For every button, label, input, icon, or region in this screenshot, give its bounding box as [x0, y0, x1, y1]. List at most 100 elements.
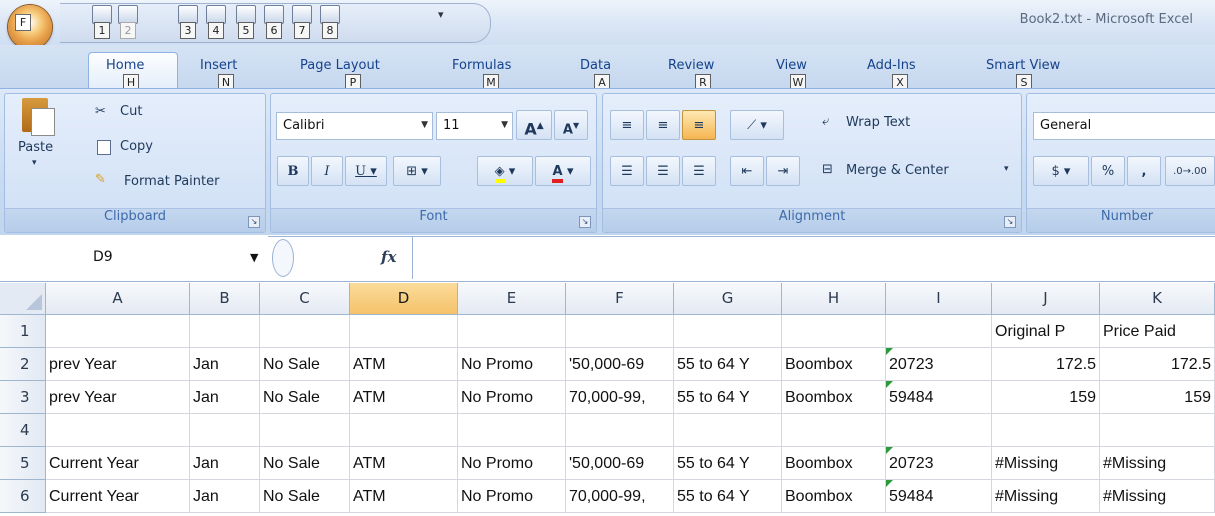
borders-button[interactable]: ⊞ ▾: [393, 156, 441, 186]
cell-f1[interactable]: [566, 315, 674, 348]
row-header[interactable]: 1: [0, 315, 46, 348]
tab-smart-view[interactable]: Smart View: [986, 58, 1060, 73]
column-header-j[interactable]: J: [992, 283, 1100, 315]
cell-k4[interactable]: [1100, 414, 1215, 447]
column-header-a[interactable]: A: [46, 283, 190, 315]
cell-f5[interactable]: '50,000-69: [566, 447, 674, 480]
cell-i1[interactable]: [886, 315, 992, 348]
cell-c4[interactable]: [260, 414, 350, 447]
row-header[interactable]: 2: [0, 348, 46, 381]
cell-d6[interactable]: ATM: [350, 480, 458, 513]
alignment-launcher-icon[interactable]: ↘: [1004, 216, 1016, 228]
cell-b1[interactable]: [190, 315, 260, 348]
cell-a3[interactable]: prev Year: [46, 381, 190, 414]
paste-dropdown-icon[interactable]: ▾: [32, 158, 37, 168]
comma-button[interactable]: ,: [1127, 156, 1161, 186]
cell-a6[interactable]: Current Year: [46, 480, 190, 513]
merge-center-dropdown-icon[interactable]: ▾: [1004, 164, 1009, 174]
cell-j4[interactable]: [992, 414, 1100, 447]
cell-e2[interactable]: No Promo: [458, 348, 566, 381]
font-name-dropdown-icon[interactable]: ▼: [421, 120, 428, 130]
cell-k5[interactable]: #Missing: [1100, 447, 1215, 480]
formula-bar-splitter[interactable]: [272, 239, 294, 277]
font-color-button[interactable]: A ▾: [535, 156, 591, 186]
font-size-dropdown-icon[interactable]: ▼: [501, 120, 508, 130]
grow-font-button[interactable]: A▲: [516, 110, 552, 140]
insert-function-icon[interactable]: fx: [381, 248, 396, 266]
cell-i4[interactable]: [886, 414, 992, 447]
cell-b6[interactable]: Jan: [190, 480, 260, 513]
align-top-button[interactable]: ≡: [610, 110, 644, 140]
cell-e1[interactable]: [458, 315, 566, 348]
format-painter-button[interactable]: ✎ Format Painter: [95, 172, 255, 194]
orientation-button[interactable]: ⟋ ▾: [730, 110, 784, 140]
paste-button[interactable]: Paste ▾: [10, 96, 70, 204]
cut-button[interactable]: ✂ Cut: [95, 104, 175, 126]
cell-a4[interactable]: [46, 414, 190, 447]
row-header[interactable]: 3: [0, 381, 46, 414]
cell-b4[interactable]: [190, 414, 260, 447]
cell-b3[interactable]: Jan: [190, 381, 260, 414]
cell-f6[interactable]: 70,000-99,: [566, 480, 674, 513]
tab-insert[interactable]: Insert: [200, 58, 237, 73]
column-header-b[interactable]: B: [190, 283, 260, 315]
wrap-text-button[interactable]: ⤶ Wrap Text: [822, 110, 992, 140]
cell-b5[interactable]: Jan: [190, 447, 260, 480]
tab-page-layout[interactable]: Page Layout: [300, 58, 380, 73]
name-box[interactable]: [0, 236, 268, 280]
shrink-font-button[interactable]: A▼: [554, 110, 588, 140]
align-left-button[interactable]: ☰: [610, 156, 644, 186]
column-header-k[interactable]: K: [1100, 283, 1215, 315]
column-header-i[interactable]: I: [886, 283, 992, 315]
cell-a5[interactable]: Current Year: [46, 447, 190, 480]
increase-indent-button[interactable]: ⇥: [766, 156, 800, 186]
align-middle-button[interactable]: ≡: [646, 110, 680, 140]
cell-e5[interactable]: No Promo: [458, 447, 566, 480]
cell-j6[interactable]: #Missing: [992, 480, 1100, 513]
cell-k6[interactable]: #Missing: [1100, 480, 1215, 513]
bold-button[interactable]: B: [277, 156, 309, 186]
row-header[interactable]: 6: [0, 480, 46, 513]
tab-formulas[interactable]: Formulas: [452, 58, 511, 73]
cell-c2[interactable]: No Sale: [260, 348, 350, 381]
merge-center-button[interactable]: ⊟ Merge & Center ▾: [822, 156, 1018, 186]
column-header-g[interactable]: G: [674, 283, 782, 315]
cell-k2[interactable]: 172.5: [1100, 348, 1215, 381]
font-size-combo[interactable]: 11 ▼: [436, 112, 513, 140]
align-center-button[interactable]: ☰: [646, 156, 680, 186]
cell-d4[interactable]: [350, 414, 458, 447]
formula-input[interactable]: [414, 238, 1214, 278]
cell-i3[interactable]: 59484: [886, 381, 992, 414]
column-header-c[interactable]: C: [260, 283, 350, 315]
decrease-indent-button[interactable]: ⇤: [730, 156, 764, 186]
cell-e3[interactable]: No Promo: [458, 381, 566, 414]
cell-e4[interactable]: [458, 414, 566, 447]
cell-c5[interactable]: No Sale: [260, 447, 350, 480]
cell-d1[interactable]: [350, 315, 458, 348]
cell-i6[interactable]: 59484: [886, 480, 992, 513]
cell-j5[interactable]: #Missing: [992, 447, 1100, 480]
tab-review[interactable]: Review: [668, 58, 714, 73]
clipboard-launcher-icon[interactable]: ↘: [248, 216, 260, 228]
align-right-button[interactable]: ☰: [682, 156, 716, 186]
cell-j1[interactable]: Original P: [992, 315, 1100, 348]
cell-g1[interactable]: [674, 315, 782, 348]
cell-c1[interactable]: [260, 315, 350, 348]
cell-h4[interactable]: [782, 414, 886, 447]
cell-h1[interactable]: [782, 315, 886, 348]
cell-i5[interactable]: 20723: [886, 447, 992, 480]
column-header-f[interactable]: F: [566, 283, 674, 315]
cell-d3[interactable]: ATM: [350, 381, 458, 414]
cell-i2[interactable]: 20723: [886, 348, 992, 381]
number-format-combo[interactable]: General: [1033, 112, 1215, 140]
cell-e6[interactable]: No Promo: [458, 480, 566, 513]
cell-g6[interactable]: 55 to 64 Y: [674, 480, 782, 513]
font-launcher-icon[interactable]: ↘: [579, 216, 591, 228]
accounting-format-button[interactable]: $ ▾: [1033, 156, 1089, 186]
row-header[interactable]: 5: [0, 447, 46, 480]
cell-g5[interactable]: 55 to 64 Y: [674, 447, 782, 480]
cell-c3[interactable]: No Sale: [260, 381, 350, 414]
tab-add-ins[interactable]: Add-Ins: [867, 58, 916, 73]
tab-view[interactable]: View: [776, 58, 807, 73]
column-header-e[interactable]: E: [458, 283, 566, 315]
